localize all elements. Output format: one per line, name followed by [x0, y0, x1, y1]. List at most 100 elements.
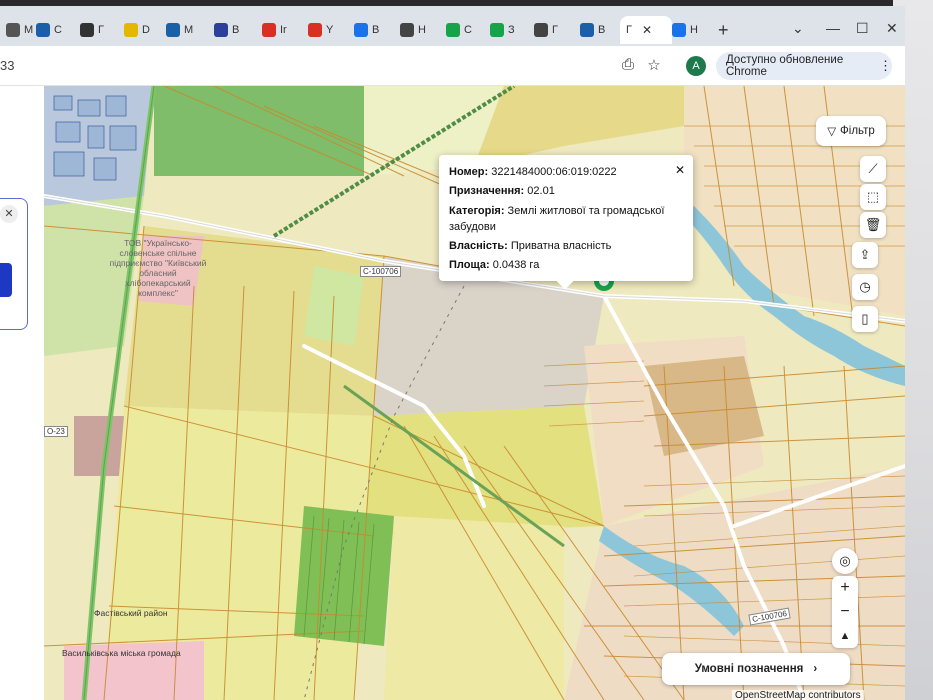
tab-close-icon[interactable]: ✕	[642, 23, 652, 37]
popup-number-row: Номер: 3221484000:06:019:0222	[449, 166, 617, 178]
zoom-in-icon[interactable]: +	[832, 576, 858, 600]
tab-label: Н	[690, 24, 698, 36]
left-panel-card: ✕	[0, 198, 28, 330]
cotir-icon	[166, 23, 180, 37]
tab-label: З	[508, 24, 515, 36]
chrome-update-button[interactable]: Доступно обновление Chrome ⋮	[716, 52, 892, 80]
measure-line-icon[interactable]: ⟋	[860, 156, 886, 182]
browser-tab[interactable]: Г	[528, 16, 558, 44]
profile-avatar[interactable]: A	[686, 56, 706, 76]
browser-tab[interactable]: Г	[74, 16, 104, 44]
left-panel: ✕	[0, 86, 44, 700]
minimize-icon[interactable]: —	[826, 20, 840, 36]
popup-category-row: Категорія: Землі житлової та громадської…	[449, 205, 665, 233]
trash-icon[interactable]: 🗑	[860, 212, 886, 238]
browser-tab[interactable]: М	[160, 16, 193, 44]
new-tab-button[interactable]: +	[718, 20, 729, 41]
yellow-circle-icon	[124, 23, 138, 37]
tab-label: Г	[626, 24, 632, 36]
tab-search-icon[interactable]: ⌄	[792, 20, 804, 37]
road-label: О-23	[44, 426, 68, 437]
history-icon[interactable]: ◷	[852, 274, 878, 300]
green-circle-icon	[446, 23, 460, 37]
bookmark-icon[interactable]: ▯	[852, 306, 878, 332]
tab-label: С	[54, 24, 62, 36]
map-attribution[interactable]: OpenStreetMap contributors	[732, 690, 864, 700]
tab-label: D	[142, 24, 150, 36]
browser-tab[interactable]: Ir	[256, 16, 287, 44]
b-icon	[214, 23, 228, 37]
maximize-icon[interactable]: ☐	[856, 20, 869, 37]
browser-tab[interactable]: В	[348, 16, 379, 44]
install-app-icon[interactable]: ⎙	[618, 56, 638, 76]
blue-square-icon	[354, 23, 368, 37]
map-icon	[534, 23, 548, 37]
tab-label: Ir	[280, 24, 287, 36]
panel-primary-button[interactable]	[0, 263, 12, 297]
compass-icon[interactable]: ▲	[832, 624, 858, 648]
chrome-icon	[400, 23, 414, 37]
tab-label: С	[464, 24, 472, 36]
close-window-icon[interactable]: ✕	[886, 20, 898, 37]
browser-tab[interactable]: С	[440, 16, 472, 44]
bookmark-star-icon[interactable]: ☆	[644, 56, 664, 76]
popup-ownership-row: Власність: Приватна власність	[449, 240, 612, 252]
browser-tab[interactable]: Y	[302, 16, 333, 44]
measure-area-icon[interactable]: ⬚	[860, 184, 886, 210]
legend-button[interactable]: Умовні позначення ›	[662, 653, 850, 685]
parcel-purpose: 02.01	[527, 185, 555, 197]
browser-tab[interactable]: D	[118, 16, 150, 44]
cotir-icon	[36, 23, 50, 37]
generic-tab-icon	[6, 23, 20, 37]
cotir-icon	[580, 23, 594, 37]
parcel-ownership: Приватна власність	[510, 240, 612, 252]
green-circle-icon	[490, 23, 504, 37]
filter-label: Фільтр	[840, 125, 875, 137]
browser-tab[interactable]: В	[208, 16, 239, 44]
locate-icon[interactable]: ◎	[832, 548, 858, 574]
company-area-label: ТОВ "Українсько-словенське спільне підпр…	[109, 238, 207, 298]
browser-toolbar: 33 ⎙ ☆ A Доступно обновление Chrome ⋮	[0, 46, 905, 86]
browser-window: М С Г D М В Ir Y В Н С З Г В Г ✕ Н + ⌄ — ☐ ✕ 33 ⎙ ☆ A Доступн…	[0, 6, 905, 700]
legend-label: Умовні позначення	[694, 663, 804, 675]
browser-tab[interactable]: Г ✕	[620, 16, 672, 44]
popup-area-row: Площа: 0.0438 га	[449, 259, 540, 271]
district-label: Фастівський район	[94, 608, 168, 618]
cadastral-map[interactable]: С-100706 С-100706 О-23 ТОВ "Українсько-с…	[44, 86, 905, 700]
update-label: Доступно обновление Chrome	[726, 54, 844, 78]
browser-tab[interactable]: Н	[666, 16, 698, 44]
tab-label: Г	[552, 24, 558, 36]
parcel-area: 0.0438 га	[492, 259, 540, 271]
gmail-icon	[262, 23, 276, 37]
parcel-number: 3221484000:06:019:0222	[491, 166, 617, 178]
filter-button[interactable]: ▽ Фільтр	[816, 116, 886, 146]
road-label: С-100706	[360, 266, 402, 277]
filter-icon: ▽	[827, 126, 837, 138]
g-icon	[80, 23, 94, 37]
browser-tab[interactable]: В	[574, 16, 605, 44]
tab-label: Г	[98, 24, 104, 36]
address-bar-fragment[interactable]: 33	[0, 58, 14, 73]
browser-tab[interactable]: З	[484, 16, 515, 44]
tab-strip: М С Г D М В Ir Y В Н С З Г В Г ✕ Н + ⌄ — ☐ ✕	[0, 6, 905, 46]
tab-label: В	[372, 24, 380, 36]
browser-tab[interactable]: С	[30, 16, 62, 44]
close-icon[interactable]: ✕	[0, 205, 18, 223]
gear-icon	[672, 23, 686, 37]
tab-label: В	[598, 24, 606, 36]
share-icon[interactable]: ⇪	[852, 242, 878, 268]
tab-label: Н	[418, 24, 426, 36]
menu-dots-icon[interactable]: ⋮	[879, 58, 892, 74]
browser-tab[interactable]: Н	[394, 16, 426, 44]
parcel-popup: ✕ Номер: 3221484000:06:019:0222 Призначе…	[439, 155, 693, 290]
browser-tab[interactable]: М	[0, 16, 33, 44]
zoom-controls: + − ▲	[832, 576, 858, 648]
popup-close-icon[interactable]: ✕	[675, 161, 685, 180]
chevron-right-icon: ›	[813, 663, 818, 675]
tab-label: В	[232, 24, 240, 36]
gmail-icon	[308, 23, 322, 37]
zoom-out-icon[interactable]: −	[832, 600, 858, 624]
tab-label: Y	[326, 24, 334, 36]
tab-label: М	[184, 24, 194, 36]
community-label: Васильківська міська громада	[62, 648, 181, 658]
